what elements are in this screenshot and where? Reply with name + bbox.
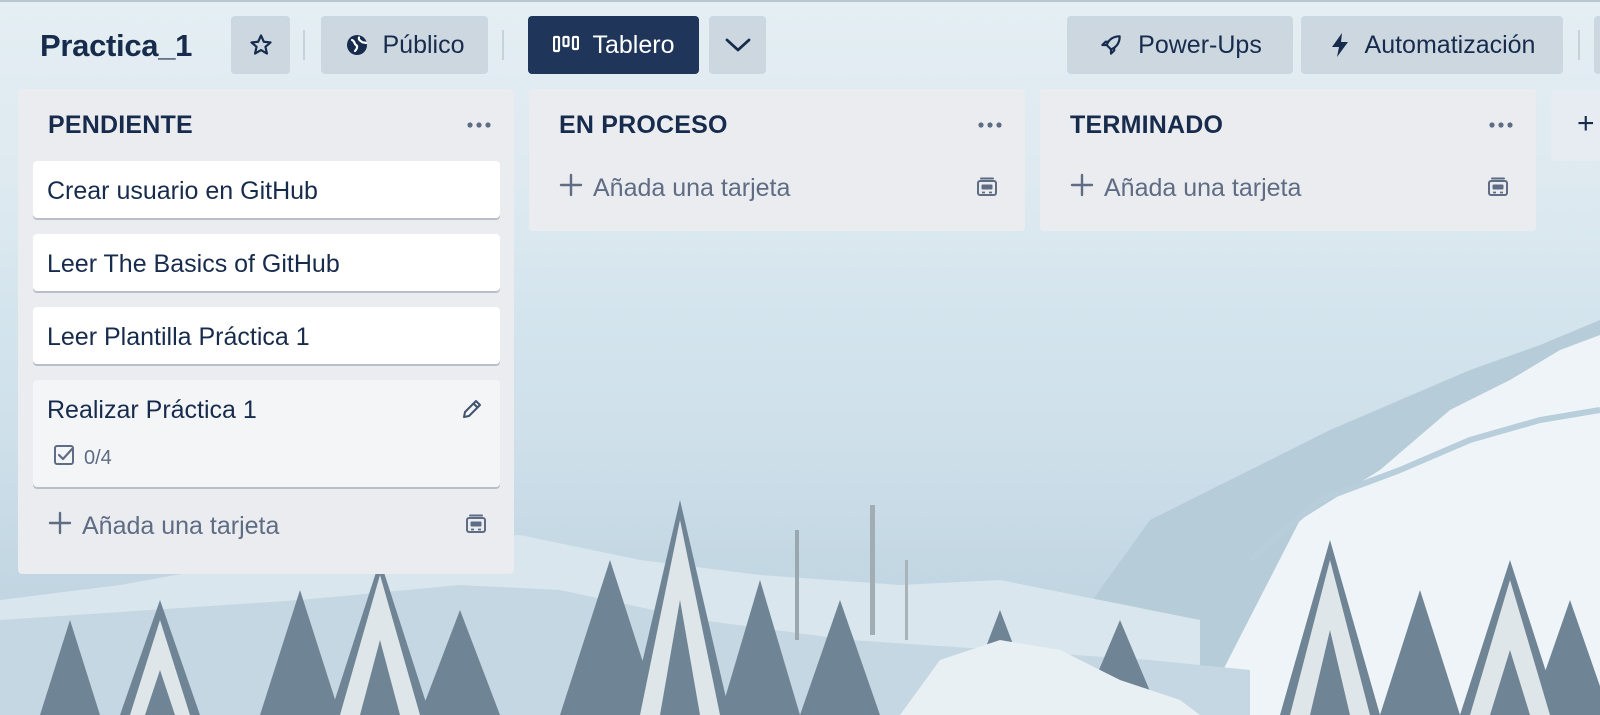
list-pendiente: PENDIENTE Crear usuario en GitHub Leer T… (18, 89, 514, 574)
list-title[interactable]: EN PROCESO (559, 111, 728, 140)
board-icon (552, 35, 579, 55)
rocket-icon (1098, 32, 1124, 58)
checklist-badge: 0/4 (53, 444, 112, 472)
card-title: Leer The Basics of GitHub (47, 250, 340, 278)
add-list-button[interactable]: + (1551, 89, 1600, 161)
lightning-icon (1329, 32, 1351, 58)
list-menu-button[interactable] (466, 116, 492, 134)
header-overflow-button[interactable] (1594, 16, 1600, 74)
list-menu-button[interactable] (1488, 116, 1514, 134)
list-menu-button[interactable] (977, 116, 1003, 134)
automation-button[interactable]: Automatización (1301, 16, 1563, 74)
card-title: Realizar Práctica 1 (47, 396, 257, 424)
add-list-plus: + (1577, 107, 1595, 140)
add-card-button[interactable]: Añada una tarjeta (48, 506, 279, 546)
header-divider (502, 30, 504, 60)
automation-label: Automatización (1364, 30, 1536, 59)
power-ups-label: Power-Ups (1138, 30, 1262, 59)
checklist-count: 0/4 (84, 446, 112, 469)
card-template-icon[interactable] (1486, 176, 1510, 205)
card-title: Crear usuario en GitHub (47, 177, 318, 205)
pencil-icon[interactable] (460, 397, 484, 428)
card[interactable]: Leer The Basics of GitHub (33, 234, 500, 291)
card[interactable]: Realizar Práctica 1 0/4 (33, 380, 500, 487)
more-icon (1488, 116, 1514, 133)
globe-icon (345, 33, 369, 57)
board-view-button[interactable]: Tablero (528, 16, 699, 74)
list-title[interactable]: TERMINADO (1070, 111, 1223, 140)
add-card-button[interactable]: Añada una tarjeta (559, 168, 790, 208)
list-en-proceso: EN PROCESO Añada una tarjeta (529, 89, 1025, 231)
card[interactable]: Leer Plantilla Práctica 1 (33, 307, 500, 364)
plus-icon (1070, 173, 1094, 204)
list-title[interactable]: PENDIENTE (48, 111, 193, 140)
add-card-label: Añada una tarjeta (593, 173, 791, 202)
card[interactable]: Crear usuario en GitHub (33, 161, 500, 218)
more-icon (466, 116, 492, 133)
plus-icon (48, 511, 72, 542)
add-card-label: Añada una tarjeta (82, 511, 280, 540)
star-board-button[interactable] (231, 16, 290, 74)
visibility-button[interactable]: Público (321, 16, 488, 74)
board-header: Practica_1 Público Tablero Power-Ups Aut… (0, 0, 1600, 90)
add-card-label: Añada una tarjeta (1104, 173, 1302, 202)
star-icon (248, 32, 274, 58)
board-title[interactable]: Practica_1 (40, 24, 192, 68)
card-template-icon[interactable] (464, 513, 488, 542)
add-card-button[interactable]: Añada una tarjeta (1070, 168, 1301, 208)
plus-icon (559, 173, 583, 204)
chevron-down-icon (725, 37, 751, 53)
checklist-icon (53, 444, 75, 472)
switch-views-button[interactable] (709, 16, 766, 74)
board-view-label: Tablero (592, 30, 675, 59)
list-terminado: TERMINADO Añada una tarjeta (1040, 89, 1536, 231)
header-divider (303, 30, 305, 60)
header-divider (1578, 30, 1580, 60)
power-ups-button[interactable]: Power-Ups (1067, 16, 1293, 74)
more-icon (977, 116, 1003, 133)
visibility-label: Público (382, 30, 465, 59)
card-template-icon[interactable] (975, 176, 999, 205)
card-title: Leer Plantilla Práctica 1 (47, 323, 310, 351)
